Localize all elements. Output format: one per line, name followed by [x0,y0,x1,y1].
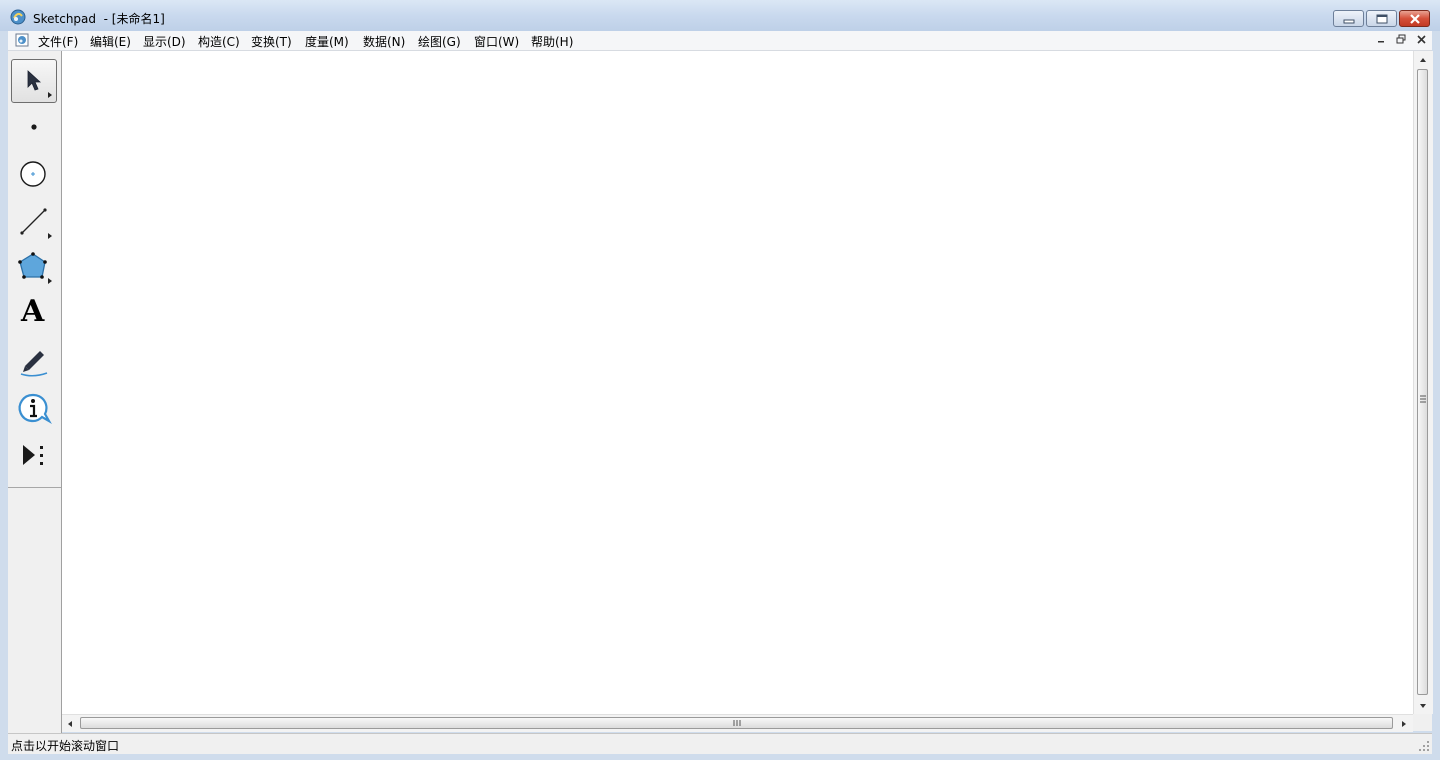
document-restore-icon[interactable] [1394,32,1409,47]
grip-lines-icon [1420,395,1426,403]
circle-icon [20,161,46,187]
point-tool[interactable] [11,105,57,149]
menu-data[interactable]: 数据(N) [361,33,407,50]
restore-icon [1376,14,1388,24]
point-icon [31,124,37,130]
menu-bar: 文件(F) 编辑(E) 显示(D) 构造(C) 变换(T) 度量(M) 数据(N… [8,31,1432,51]
arrow-icon [27,70,52,98]
polygon-tool[interactable] [11,245,57,289]
grip-lines-icon [733,720,741,726]
menu-window[interactable]: 窗口(W) [472,33,521,50]
sketch-canvas[interactable] [62,51,1413,714]
menu-edit[interactable]: 编辑(E) [88,33,133,50]
toolbox-divider [8,487,61,488]
marker-tool[interactable] [11,339,57,383]
minimize-button[interactable] [1333,10,1364,27]
sketchpad-app-icon [10,9,26,25]
menu-transform[interactable]: 变换(T) [249,33,294,50]
pentagon-icon [18,252,52,284]
status-bar: 点击以开始滚动窗口 [8,733,1432,754]
marker-icon [20,351,48,377]
text-icon: A [21,294,45,329]
segment-icon [20,208,52,239]
scroll-up-icon[interactable] [1418,56,1428,64]
menu-display[interactable]: 显示(D) [141,33,188,50]
resize-grip-icon[interactable] [1418,740,1430,752]
horizontal-scroll-thumb[interactable] [80,717,1393,729]
document-close-icon[interactable] [1414,32,1429,47]
maximize-button[interactable] [1366,10,1397,27]
menu-graph[interactable]: 绘图(G) [416,33,463,50]
title-bar: Sketchpad - [未命名1] [0,0,1440,31]
scroll-down-icon[interactable] [1418,702,1428,710]
info-icon [18,393,52,424]
horizontal-scrollbar[interactable] [62,714,1413,732]
minimize-icon [1343,19,1355,24]
vertical-scroll-thumb[interactable] [1417,69,1428,695]
custom-tool[interactable] [11,433,57,477]
compass-tool[interactable] [11,152,57,196]
scroll-left-icon[interactable] [66,719,74,729]
document-minimize-icon[interactable] [1374,32,1389,47]
menu-file[interactable]: 文件(F) [36,33,80,50]
close-icon [1410,14,1420,24]
straightedge-tool[interactable] [11,199,57,243]
scrollbar-corner [1413,714,1432,731]
menu-construct[interactable]: 构造(C) [196,33,242,50]
toolbox: A [8,51,62,734]
text-tool[interactable]: A [11,292,57,336]
window-title: Sketchpad - [未命名1] [33,12,165,26]
selection-arrow-tool[interactable] [11,59,57,103]
menu-help[interactable]: 帮助(H) [529,33,575,50]
status-text: 点击以开始滚动窗口 [11,739,120,753]
scroll-right-icon[interactable] [1400,719,1408,729]
custom-tools-icon [23,445,43,465]
menu-measure[interactable]: 度量(M) [303,33,351,50]
close-button[interactable] [1399,10,1430,27]
information-tool[interactable] [11,386,57,430]
document-icon[interactable] [15,33,29,47]
vertical-scrollbar[interactable] [1413,51,1433,714]
